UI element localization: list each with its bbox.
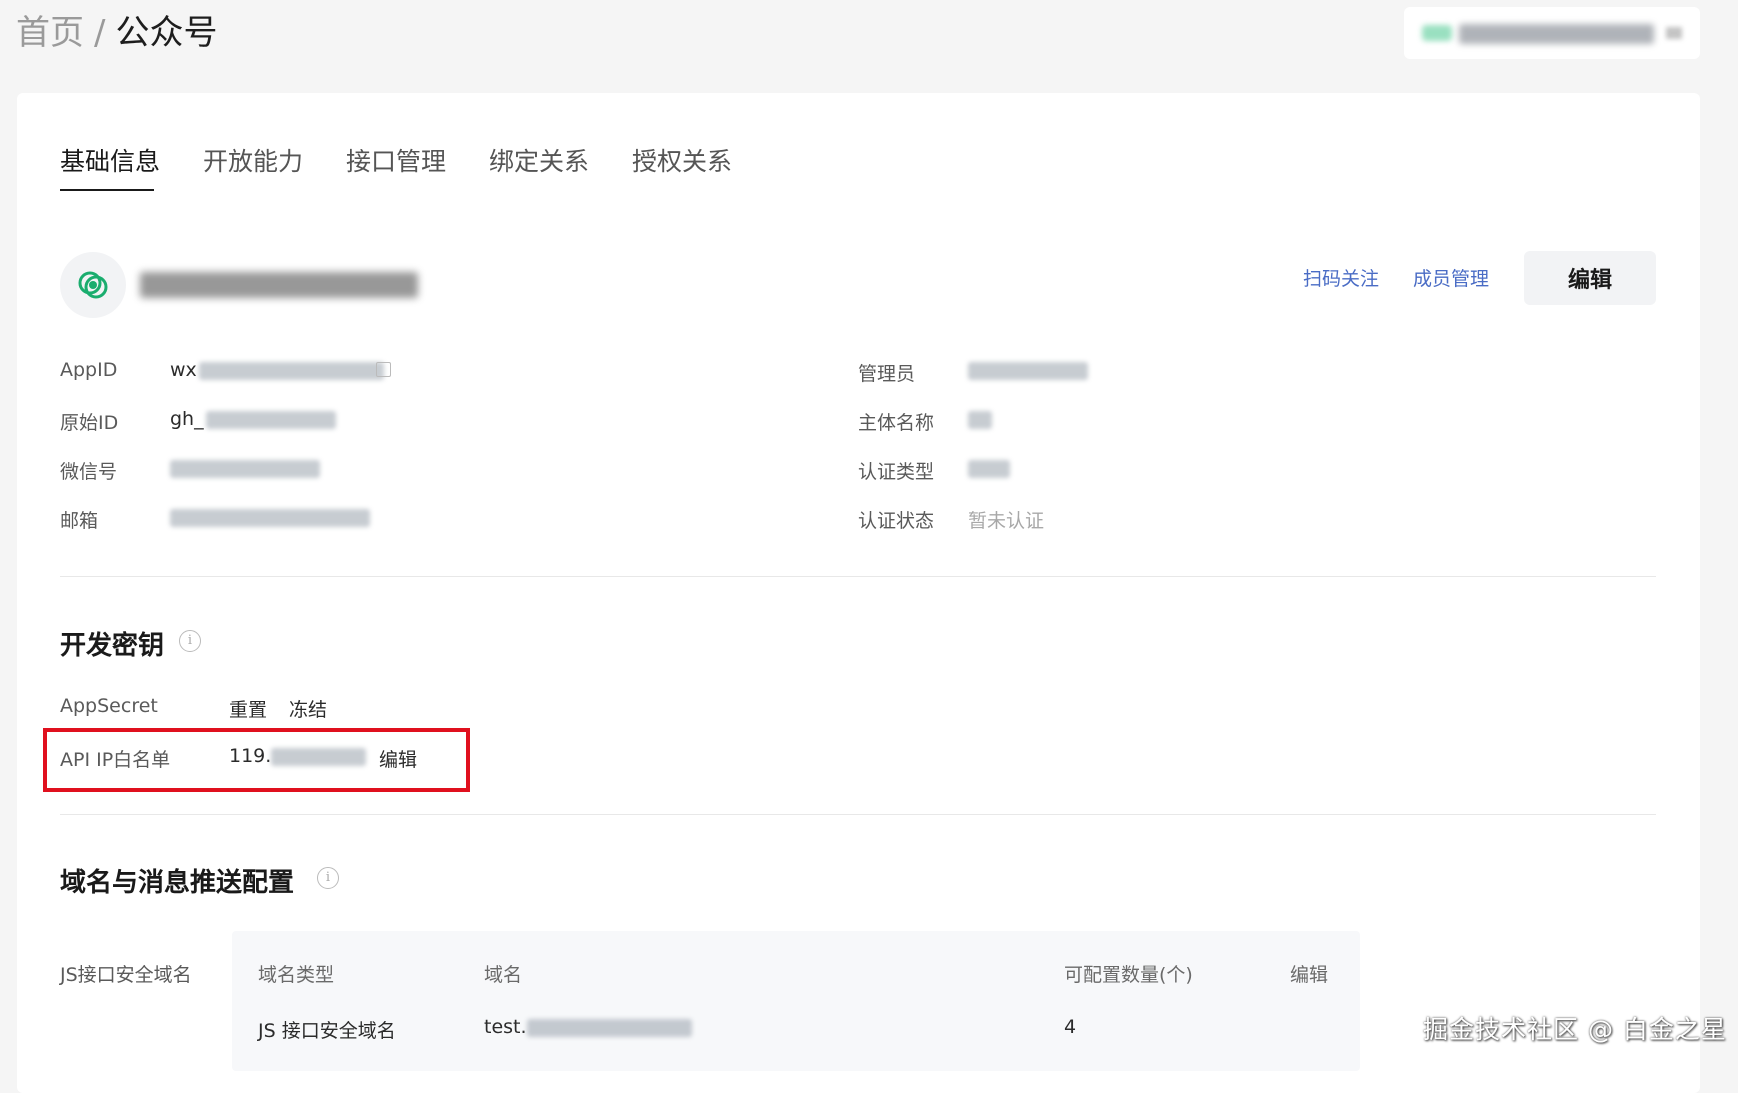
tab-binding[interactable]: 绑定关系 — [489, 142, 589, 178]
th-domain-type: 域名类型 — [258, 964, 335, 986]
account-name-redacted — [1459, 24, 1654, 44]
section-title-dev-key: 开发密钥 — [60, 631, 165, 661]
label-entity-name: 主体名称 — [858, 412, 935, 434]
label-wechat-id: 微信号 — [60, 461, 118, 483]
info-icon[interactable]: i — [317, 867, 339, 889]
label-appid: AppID — [60, 359, 118, 381]
wechat-logo-icon — [60, 252, 126, 318]
td-count: 4 — [1064, 1016, 1077, 1038]
edit-button[interactable]: 编辑 — [1524, 251, 1656, 305]
label-js-domain: JS接口安全域名 — [60, 964, 192, 986]
value-entity-name — [968, 408, 992, 430]
td-domain-type: JS 接口安全域名 — [258, 1020, 396, 1042]
reset-link[interactable]: 重置 — [229, 695, 267, 722]
td-domain: test. — [484, 1016, 692, 1038]
account-avatar — [1422, 25, 1452, 41]
label-cert-status: 认证状态 — [858, 510, 935, 532]
label-admin: 管理员 — [858, 363, 916, 385]
value-cert-status: 暂未认证 — [968, 510, 1045, 532]
label-appsecret: AppSecret — [60, 695, 158, 717]
chevron-down-icon — [1666, 27, 1682, 39]
th-domain: 域名 — [484, 964, 523, 986]
account-switcher[interactable] — [1404, 7, 1700, 59]
freeze-link[interactable]: 冻结 — [289, 695, 327, 722]
th-count: 可配置数量(个) — [1064, 964, 1193, 986]
domain-table — [232, 931, 1360, 1071]
breadcrumb-current: 公众号 — [115, 13, 218, 53]
label-cert-type: 认证类型 — [858, 461, 935, 483]
label-original-id: 原始ID — [60, 412, 119, 434]
divider — [60, 576, 1656, 577]
label-email: 邮箱 — [60, 510, 99, 532]
breadcrumb-separator: / — [94, 13, 106, 53]
active-tab-indicator — [60, 189, 154, 191]
scan-follow-link[interactable]: 扫码关注 — [1303, 264, 1379, 291]
section-title-domain: 域名与消息推送配置 — [60, 868, 295, 898]
watermark: 掘金技术社区 @ 白金之星 — [1423, 1015, 1727, 1044]
value-original-id: gh_ — [170, 408, 336, 430]
divider — [60, 814, 1656, 815]
members-link[interactable]: 成员管理 — [1413, 264, 1489, 291]
value-cert-type — [968, 457, 1010, 479]
breadcrumb: 首页 / 公众号 — [16, 8, 217, 58]
highlight-box — [43, 728, 470, 792]
value-email — [170, 506, 370, 528]
tab-basic-info[interactable]: 基础信息 — [60, 142, 160, 178]
info-icon[interactable]: i — [179, 630, 201, 652]
domain-edit-link[interactable]: 编辑 — [1290, 960, 1328, 987]
tab-authorization[interactable]: 授权关系 — [632, 142, 732, 178]
copy-icon[interactable] — [376, 362, 391, 377]
value-wechat-id — [170, 457, 320, 479]
tab-interface-management[interactable]: 接口管理 — [346, 142, 446, 178]
value-appid: wx — [170, 359, 384, 381]
account-name-redacted — [140, 272, 418, 298]
breadcrumb-home[interactable]: 首页 — [16, 13, 84, 53]
value-admin — [968, 359, 1088, 381]
tab-open-capability[interactable]: 开放能力 — [203, 142, 303, 178]
